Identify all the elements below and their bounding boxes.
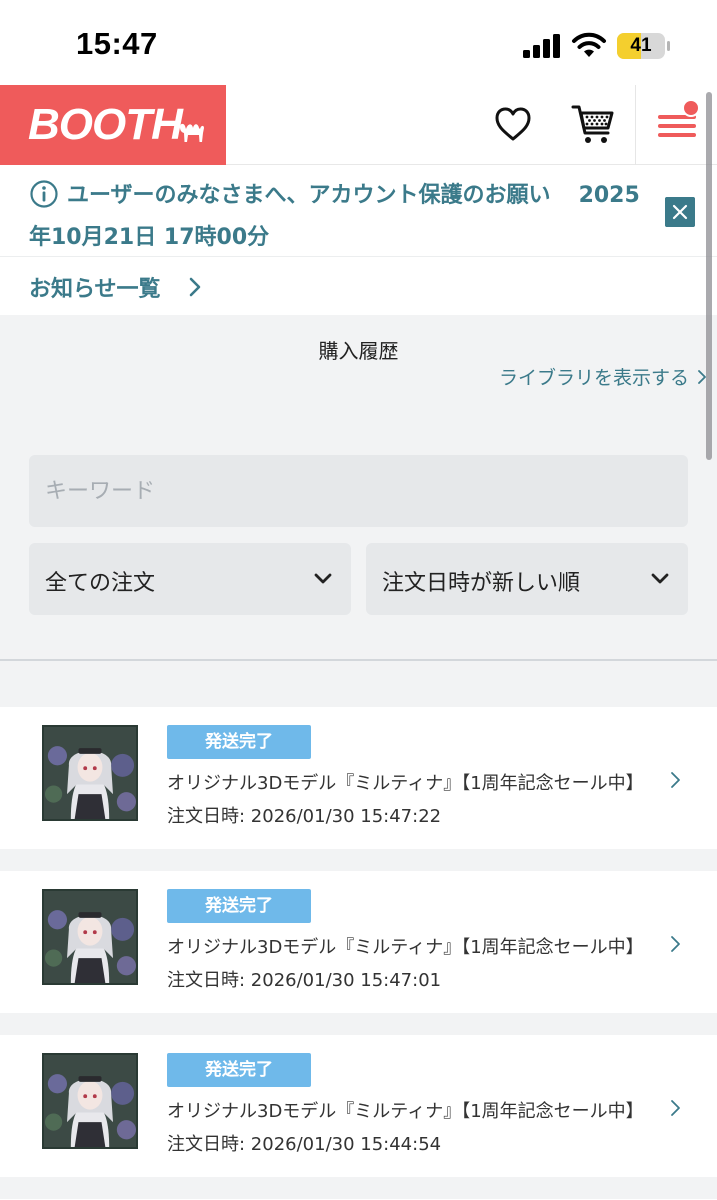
order-type-value: 全ての注文	[45, 571, 156, 596]
wifi-icon	[572, 32, 606, 57]
notice-list-label: お知らせ一覧	[29, 277, 161, 302]
notice-message: ユーザーのみなさまへ、アカウント保護のお願い	[67, 183, 551, 208]
keyword-search-input[interactable]	[29, 455, 688, 527]
page-title: 購入履歴	[318, 339, 399, 363]
status-badge: 発送完了	[167, 1053, 311, 1087]
product-image	[44, 891, 136, 983]
heart-icon[interactable]	[492, 103, 534, 145]
notice-link[interactable]: ユーザーのみなさまへ、アカウント保護のお願い 2025年10月21日 17時00分	[29, 175, 649, 259]
order-date: 注文日時: 2026/01/30 15:47:22	[167, 806, 442, 827]
order-separator	[0, 849, 717, 871]
product-thumbnail	[42, 1053, 138, 1149]
status-badge: 発送完了	[167, 725, 311, 759]
chevron-right-icon	[671, 1100, 680, 1116]
cart-icon[interactable]	[570, 101, 616, 147]
notice-banner: ユーザーのみなさまへ、アカウント保護のお願い 2025年10月21日 17時00分	[0, 165, 717, 257]
status-bar: 15:47 41	[0, 0, 717, 85]
order-title: オリジナル3Dモデル『ミルティナ』【1周年記念セール中】	[167, 773, 644, 794]
library-link[interactable]: ライブラリを表示する	[499, 363, 689, 390]
page-header: 購入履歴 ライブラリを表示する	[0, 315, 717, 407]
product-thumbnail	[42, 889, 138, 985]
site-header: BOOTH	[0, 85, 717, 165]
order-row[interactable]: 発送完了 オリジナル3Dモデル『ミルティナ』【1周年記念セール中】 注文日時: …	[0, 1035, 717, 1177]
chevron-right-icon	[189, 277, 201, 297]
filter-panel: 全ての注文 注文日時が新しい順	[0, 407, 717, 661]
order-type-select[interactable]: 全ての注文	[29, 543, 351, 615]
header-divider	[635, 85, 636, 165]
order-row[interactable]: 発送完了 オリジナル3Dモデル『ミルティナ』【1周年記念セール中】 注文日時: …	[0, 871, 717, 1013]
product-image	[44, 727, 136, 819]
order-row[interactable]: 発送完了 オリジナル3Dモデル『ミルティナ』【1周年記念セール中】 注文日時: …	[0, 707, 717, 849]
order-title: オリジナル3Dモデル『ミルティナ』【1周年記念セール中】	[167, 937, 644, 958]
scrollbar[interactable]	[706, 92, 712, 460]
order-date: 注文日時: 2026/01/30 15:44:54	[167, 1134, 442, 1155]
close-icon[interactable]	[665, 197, 695, 227]
sort-select[interactable]: 注文日時が新しい順	[366, 543, 688, 615]
order-separator	[0, 1013, 717, 1035]
camel-icon	[180, 123, 204, 142]
order-date: 注文日時: 2026/01/30 15:47:01	[167, 970, 442, 991]
signal-icon	[523, 34, 560, 58]
status-time: 15:47	[76, 26, 158, 61]
chevron-down-icon	[314, 573, 332, 584]
chevron-right-icon	[671, 772, 680, 788]
logo-text: BOOTH	[28, 100, 183, 149]
order-title: オリジナル3Dモデル『ミルティナ』【1周年記念セール中】	[167, 1101, 644, 1122]
battery-icon: 41	[617, 33, 671, 59]
booth-logo[interactable]: BOOTH	[0, 85, 226, 165]
order-separator	[0, 1177, 717, 1199]
notification-dot	[682, 99, 700, 117]
chevron-right-icon	[671, 936, 680, 952]
chevron-down-icon	[651, 573, 669, 584]
notice-list-link[interactable]: お知らせ一覧	[0, 257, 717, 315]
product-thumbnail	[42, 725, 138, 821]
status-badge: 発送完了	[167, 889, 311, 923]
list-spacer	[0, 661, 717, 707]
battery-level: 41	[630, 35, 652, 56]
sort-value: 注文日時が新しい順	[382, 571, 581, 596]
product-image	[44, 1055, 136, 1147]
